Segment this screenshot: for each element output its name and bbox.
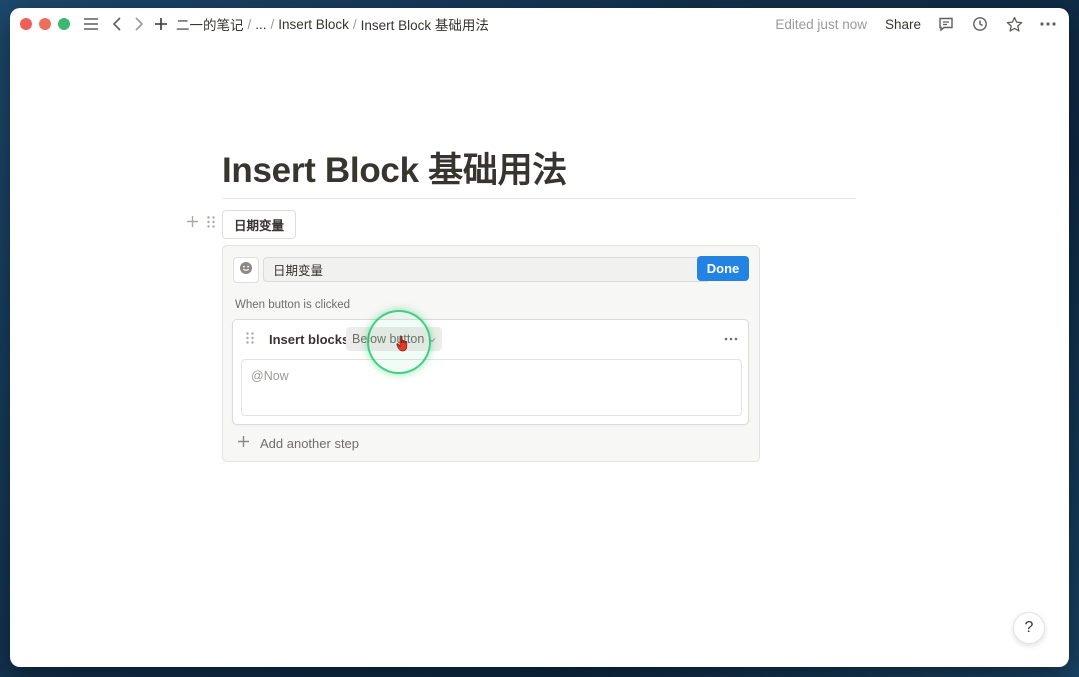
back-icon[interactable] xyxy=(106,13,128,35)
step-more-icon[interactable] xyxy=(724,328,738,344)
menu-icon[interactable] xyxy=(80,13,102,35)
breadcrumb: 二一的笔记 / ... / Insert Block / Insert Bloc… xyxy=(176,14,489,34)
page-title[interactable]: Insert Block 基础用法 xyxy=(222,142,567,193)
hand-cursor-icon xyxy=(396,335,410,357)
breadcrumb-item[interactable]: Insert Block xyxy=(278,17,349,32)
help-button[interactable]: ? xyxy=(1013,612,1045,644)
share-button[interactable]: Share xyxy=(885,17,921,32)
star-icon[interactable] xyxy=(1003,13,1025,35)
breadcrumb-item[interactable]: 二一的笔记 xyxy=(176,14,244,34)
breadcrumb-separator: / xyxy=(352,16,357,32)
breadcrumb-item[interactable]: ... xyxy=(255,17,266,32)
button-name-value: 日期变量 xyxy=(273,264,324,278)
step-card: Insert blocks Below button @Now xyxy=(232,319,749,425)
forward-icon[interactable] xyxy=(128,13,150,35)
emoji-icon xyxy=(239,261,253,280)
step-title: Insert blocks xyxy=(269,332,350,347)
comment-icon[interactable] xyxy=(935,13,957,35)
more-icon[interactable] xyxy=(1037,13,1059,35)
trigger-label: When button is clicked xyxy=(235,299,351,311)
plus-icon xyxy=(237,435,250,451)
button-block[interactable]: 日期变量 xyxy=(222,210,297,239)
drag-handle-icon[interactable] xyxy=(206,215,216,234)
breadcrumb-separator: / xyxy=(247,16,252,32)
add-step-label: Add another step xyxy=(260,435,360,451)
top-bar-actions: Edited just now Share xyxy=(775,8,1059,40)
emoji-picker-button[interactable] xyxy=(233,257,259,283)
edited-status: Edited just now xyxy=(775,16,867,32)
zoom-window-button[interactable] xyxy=(58,18,70,30)
breadcrumb-separator: / xyxy=(270,16,275,32)
plus-icon[interactable] xyxy=(186,215,199,233)
history-icon[interactable] xyxy=(969,13,991,35)
done-button[interactable]: Done xyxy=(697,256,749,281)
insert-content-editor[interactable]: @Now xyxy=(241,359,742,416)
minimize-window-button[interactable] xyxy=(39,18,51,30)
button-editor-panel: 日期变量 Done When button is clicked Insert … xyxy=(222,245,760,462)
button-block-label: 日期变量 xyxy=(234,219,285,233)
close-window-button[interactable] xyxy=(20,18,32,30)
app-window: 二一的笔记 / ... / Insert Block / Insert Bloc… xyxy=(10,8,1069,667)
insert-content-text: @Now xyxy=(251,369,289,383)
button-name-input[interactable]: 日期变量 xyxy=(263,257,710,282)
window-controls xyxy=(20,18,70,30)
drag-handle-icon[interactable] xyxy=(245,331,255,350)
new-page-icon[interactable] xyxy=(150,13,172,35)
divider xyxy=(222,198,856,199)
add-step-button[interactable]: Add another step xyxy=(237,435,359,451)
top-bar: 二一的笔记 / ... / Insert Block / Insert Bloc… xyxy=(10,8,1069,40)
breadcrumb-item[interactable]: Insert Block 基础用法 xyxy=(361,14,489,34)
